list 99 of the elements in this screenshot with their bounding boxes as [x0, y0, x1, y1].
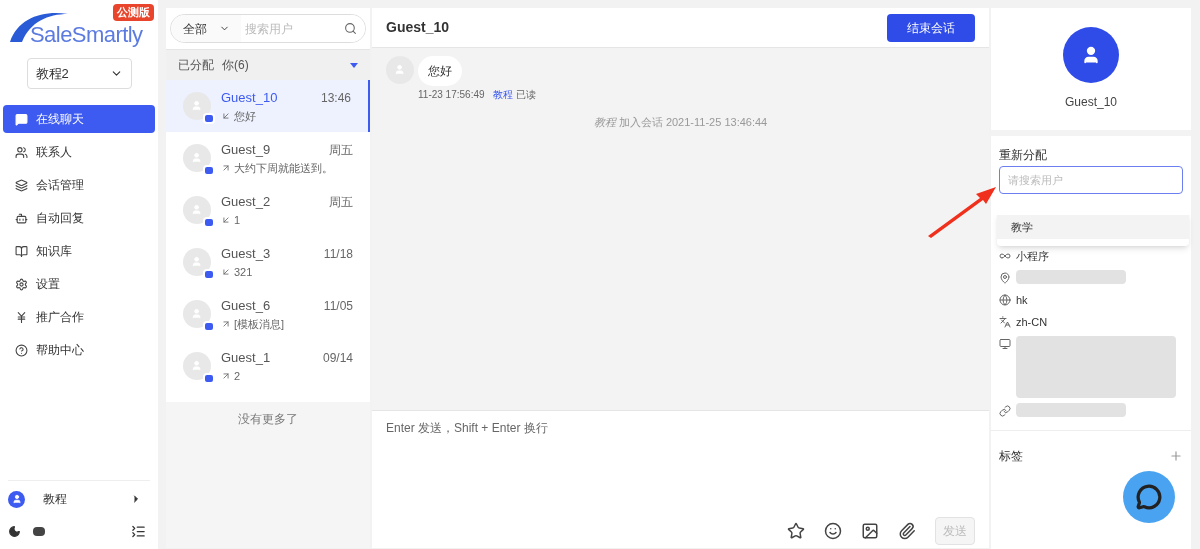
reassign-label: 重新分配 [999, 147, 1048, 164]
avatar [183, 92, 211, 120]
incoming-arrow-icon [221, 214, 231, 225]
group-label: 已分配 [178, 57, 214, 74]
group-header[interactable]: 已分配 你(6) [166, 50, 370, 80]
contact-name: Guest_2 [221, 193, 271, 211]
location-pin-icon [999, 272, 1011, 284]
tags-label: 标签 [999, 447, 1023, 465]
outgoing-arrow-icon [221, 162, 231, 173]
conversation-item[interactable]: Guest_9 周五 大约下周就能送到。 [166, 132, 370, 184]
nav-item[interactable]: 联系人 [3, 138, 155, 166]
caret-down-icon [350, 62, 358, 68]
nav-item[interactable]: 会话管理 [3, 171, 155, 199]
channel-badge-icon [203, 269, 215, 280]
annotation-arrow [926, 186, 998, 238]
nav-item[interactable]: 在线聊天 [3, 105, 155, 133]
message-time: 周五 [329, 193, 353, 211]
workspace-select[interactable]: 教程2 [26, 58, 132, 89]
nav-item[interactable]: 自动回复 [3, 204, 155, 232]
channel-badge-icon [203, 165, 215, 176]
image-icon[interactable] [861, 522, 879, 540]
message-time: 周五 [329, 141, 353, 159]
contact-name: Guest_10 [221, 89, 278, 107]
message-preview: 321 [234, 264, 253, 280]
detail-text: 小程序 [1016, 249, 1049, 264]
message-preview: 1 [234, 212, 241, 228]
profile-avatar [1063, 27, 1119, 83]
settings-icon [15, 277, 28, 291]
user-name[interactable]: 教程 [43, 490, 67, 508]
book-icon [15, 244, 28, 258]
message-bubble: 您好 [418, 56, 462, 86]
contact-name: Guest_6 [221, 297, 271, 315]
conversation-item[interactable]: Guest_6 11/05 [模板消息] [166, 288, 370, 340]
message-time: 13:46 [320, 89, 351, 107]
end-chat-button[interactable]: 结束会话 [887, 13, 975, 42]
nav-item[interactable]: 知识库 [3, 237, 155, 265]
conversation-item[interactable]: Guest_1 09/14 2 [166, 340, 370, 392]
read-status: 已读 [515, 88, 536, 102]
monitor-icon [999, 338, 1011, 350]
chat-bubble-icon [1136, 484, 1162, 510]
outgoing-arrow-icon [221, 370, 231, 381]
message-preview: 2 [234, 368, 241, 384]
avatar [183, 196, 211, 224]
avatar [183, 300, 211, 328]
message-preview: [模板消息] [234, 316, 285, 332]
group-count: 你(6) [222, 57, 249, 74]
conversation-item[interactable]: Guest_3 11/18 321 [166, 236, 370, 288]
contact-name: Guest_9 [221, 141, 271, 159]
translate-icon [999, 316, 1011, 328]
user-avatar [8, 490, 25, 508]
profile-name: Guest_10 [1064, 94, 1117, 111]
attachment-icon[interactable] [898, 522, 916, 540]
nav-item[interactable]: 设置 [3, 270, 155, 298]
channel-badge-icon [203, 113, 215, 124]
chat-title: Guest_10 [386, 18, 450, 37]
conversation-item[interactable]: Guest_2 周五 1 [166, 184, 370, 236]
beta-badge: 公测版 [113, 4, 154, 21]
list-end-text: 没有更多了 [238, 411, 298, 428]
detail-text: hk [1016, 293, 1028, 308]
incoming-arrow-icon [221, 266, 231, 277]
people-icon [15, 145, 28, 159]
message-time: 11/05 [323, 297, 353, 315]
outgoing-arrow-icon [221, 318, 231, 329]
message-time: 11/18 [323, 245, 353, 263]
help-icon [15, 343, 28, 357]
agent-link[interactable]: 教程 [492, 87, 513, 102]
link-icon [999, 405, 1011, 417]
contact-name: Guest_1 [221, 349, 271, 367]
message-time: 09/14 [322, 349, 353, 367]
message-timestamp: 11-23 17:56:49 [418, 88, 485, 102]
contact-name: Guest_3 [221, 245, 271, 263]
avatar [183, 352, 211, 380]
chat-icon [15, 112, 28, 126]
message-input[interactable]: Enter 发送，Shift + Enter 换行 [386, 419, 975, 517]
detail-text: zh-CN [1016, 315, 1048, 330]
conversation-item[interactable]: Guest_10 13:46 您好 [166, 80, 370, 132]
loop-icon [999, 250, 1011, 262]
globe-icon [999, 294, 1011, 306]
nav-item[interactable]: 帮助中心 [3, 336, 155, 364]
logo: SaleSmartly [30, 21, 143, 49]
dropdown-option[interactable]: 教学 [997, 215, 1189, 239]
avatar [183, 248, 211, 276]
message-preview: 大约下周就能送到。 [234, 160, 333, 176]
reassign-search-field[interactable]: 请搜索用户 [999, 166, 1183, 194]
channel-badge-icon [203, 321, 215, 332]
moon-icon[interactable] [8, 524, 21, 538]
message-preview: 您好 [234, 108, 256, 124]
collapse-menu-icon[interactable] [131, 523, 146, 539]
channel-badge-icon [203, 217, 215, 228]
yen-icon [15, 310, 28, 324]
incoming-arrow-icon [221, 110, 231, 121]
robot-icon [15, 211, 28, 225]
nav-item[interactable]: 推广合作 [3, 303, 155, 331]
channel-badge-icon [203, 373, 215, 384]
star-icon[interactable] [787, 522, 805, 540]
emoji-icon[interactable] [824, 522, 842, 540]
layers-icon [15, 178, 28, 192]
avatar [183, 144, 211, 172]
system-event-text: 教程 加入会话 2021-11-25 13:46:44 [592, 115, 769, 130]
